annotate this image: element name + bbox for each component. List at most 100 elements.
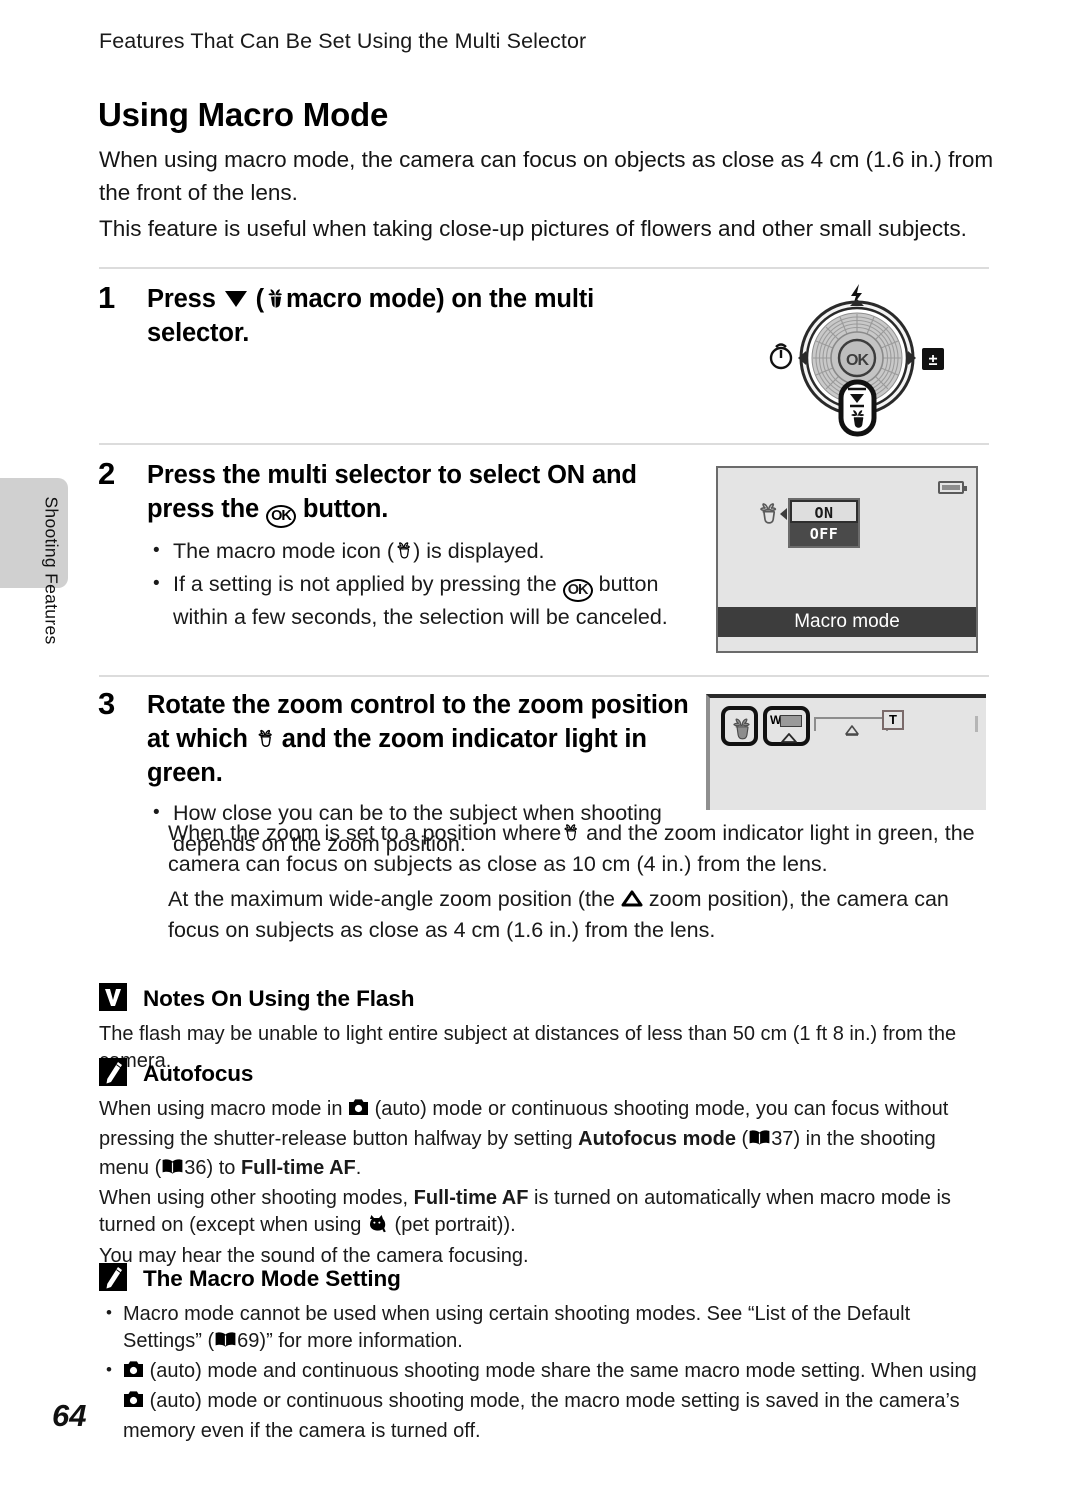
auto-mode-camera-icon bbox=[123, 1361, 144, 1385]
note-autofocus-body: When using macro mode in (auto) mode or … bbox=[99, 1096, 989, 1270]
step-3-extra-2-a: At the maximum wide-angle zoom position … bbox=[168, 887, 615, 911]
self-timer-icon bbox=[769, 343, 793, 370]
macro-setting-bullet-2: (auto) mode and continuous shooting mode… bbox=[99, 1356, 989, 1445]
af-p1-ref2: 36 bbox=[184, 1157, 207, 1179]
step-2-option-on: ON bbox=[547, 461, 586, 489]
zoom-indicator-diagram: W T bbox=[706, 694, 986, 810]
note-autofocus: Autofocus When using macro mode in (auto… bbox=[99, 1058, 989, 1271]
pencil-note-icon bbox=[99, 1263, 127, 1291]
step-3-extra-1: When the zoom is set to a position where… bbox=[168, 818, 998, 880]
pet-portrait-icon bbox=[367, 1215, 389, 1239]
af-p2-a: When using other shooting modes, bbox=[99, 1187, 409, 1209]
note-macro-setting-title: The Macro Mode Setting bbox=[143, 1266, 401, 1291]
selection-pointer-icon bbox=[780, 508, 787, 520]
step-3-extra-2: At the maximum wide-angle zoom position … bbox=[168, 884, 998, 946]
step-3-heading: Rotate the zoom control to the zoom posi… bbox=[147, 688, 708, 790]
exposure-compensation-icon: ± bbox=[922, 348, 944, 370]
macro-mode-icon bbox=[255, 724, 275, 747]
ms-b2-a: (auto) mode and continuous shooting mode… bbox=[149, 1360, 977, 1382]
auto-mode-camera-icon bbox=[123, 1391, 144, 1415]
down-triangle-icon bbox=[224, 291, 247, 307]
wide-zoom-indicator: W bbox=[763, 706, 810, 746]
multi-selector-diagram: ± OK bbox=[762, 278, 952, 438]
tele-label: T bbox=[882, 710, 904, 730]
note-macro-setting-body: Macro mode cannot be used when using cer… bbox=[99, 1299, 989, 1445]
af-p1-ref1: 37 bbox=[771, 1128, 794, 1150]
note-flash-heading: Notes On Using the Flash bbox=[99, 983, 989, 1012]
intro-paragraph-1: When using macro mode, the camera can fo… bbox=[99, 147, 994, 205]
step-2-text-c: button. bbox=[302, 495, 389, 523]
step-3-extra-text: When the zoom is set to a position where… bbox=[168, 818, 998, 950]
macro-mode-menu: ON OFF bbox=[788, 498, 860, 548]
page-reference-icon bbox=[748, 1130, 771, 1152]
screen-caption: Macro mode bbox=[718, 607, 976, 637]
af-p1-bold2: Full-time AF bbox=[240, 1157, 356, 1179]
af-p1-bold1: Autofocus mode bbox=[578, 1128, 736, 1150]
note-autofocus-title: Autofocus bbox=[143, 1061, 254, 1086]
page-reference-icon bbox=[214, 1332, 237, 1354]
step-3-extra-1-a: When the zoom is set to a position where bbox=[168, 821, 562, 845]
step-2-bullet-1-a: The macro mode icon ( bbox=[173, 539, 395, 563]
macro-mode-icon bbox=[756, 501, 780, 525]
macro-mode-icon bbox=[264, 284, 286, 308]
caution-icon bbox=[99, 983, 127, 1011]
step-2-number: 2 bbox=[98, 456, 116, 491]
macro-mode-icon bbox=[561, 820, 580, 841]
step-2-text-a: Press the multi selector to select bbox=[147, 461, 541, 489]
ms-b1-ref: 69 bbox=[237, 1330, 260, 1352]
note-autofocus-p1: When using macro mode in (auto) mode or … bbox=[99, 1096, 989, 1184]
divider-2 bbox=[99, 443, 989, 445]
svg-text:±: ± bbox=[929, 352, 938, 369]
wide-angle-zoom-icon bbox=[781, 730, 797, 743]
note-autofocus-heading: Autofocus bbox=[99, 1058, 989, 1087]
wide-angle-zoom-icon bbox=[621, 886, 643, 907]
ok-button-icon: OK bbox=[562, 579, 593, 602]
battery-icon bbox=[938, 481, 967, 494]
manual-page: Shooting Features Features That Can Be S… bbox=[0, 0, 1080, 1486]
macro-setting-bullet-1: Macro mode cannot be used when using cer… bbox=[99, 1299, 989, 1357]
menu-option-off[interactable]: OFF bbox=[790, 523, 858, 546]
note-autofocus-p2: When using other shooting modes, Full-ti… bbox=[99, 1185, 989, 1242]
step-1-heading: Press (macro mode) on the multi selector… bbox=[147, 282, 698, 350]
step-3-number: 3 bbox=[98, 686, 116, 721]
ms-b1-b: )” for more information. bbox=[259, 1330, 463, 1352]
intro-text: When using macro mode, the camera can fo… bbox=[99, 143, 999, 248]
pencil-note-icon bbox=[99, 1058, 127, 1086]
step-2-bullet-2-a: If a setting is not applied by pressing … bbox=[173, 572, 557, 596]
note-macro-setting: The Macro Mode Setting Macro mode cannot… bbox=[99, 1263, 989, 1446]
step-1-number: 1 bbox=[98, 280, 116, 315]
chapter-tab-label: Shooting Features bbox=[41, 496, 62, 645]
zoom-level-bar bbox=[780, 715, 802, 727]
divider-1 bbox=[99, 267, 989, 269]
zoom-position-marker bbox=[844, 723, 860, 736]
step-2-bullet-1-b: ) is displayed. bbox=[413, 539, 545, 563]
page-reference-icon bbox=[161, 1159, 184, 1181]
macro-mode-icon bbox=[721, 706, 758, 746]
note-macro-setting-heading: The Macro Mode Setting bbox=[99, 1263, 989, 1292]
step-1-paren: ( bbox=[255, 285, 265, 313]
ok-button-label: OK bbox=[846, 352, 869, 369]
intro-paragraph-2: This feature is useful when taking close… bbox=[99, 216, 967, 241]
step-2-bullets: The macro mode icon ( ) is displayed. If … bbox=[147, 535, 698, 633]
step-2-bullet-1: The macro mode icon ( ) is displayed. bbox=[147, 535, 698, 567]
screen-edge-tick bbox=[975, 716, 978, 732]
macro-mode-icon bbox=[394, 538, 413, 559]
af-p2-bold: Full-time AF bbox=[413, 1187, 529, 1209]
step-2-heading: Press the multi selector to select ON an… bbox=[147, 458, 698, 528]
ok-button-icon: OK bbox=[265, 505, 296, 528]
ms-b2-b: (auto) mode or continuous shooting mode,… bbox=[123, 1390, 960, 1442]
camera-screen-macro-menu: ON OFF Macro mode bbox=[716, 466, 978, 653]
running-head: Features That Can Be Set Using the Multi… bbox=[99, 29, 587, 53]
af-p2-c: (pet portrait)). bbox=[394, 1214, 516, 1236]
menu-option-on[interactable]: ON bbox=[790, 500, 858, 523]
divider-3 bbox=[99, 675, 989, 677]
step-2-bullet-2: If a setting is not applied by pressing … bbox=[147, 568, 698, 633]
note-flash-title: Notes On Using the Flash bbox=[143, 986, 415, 1011]
auto-mode-camera-icon bbox=[348, 1099, 369, 1123]
step-1-text-a: Press bbox=[147, 285, 216, 313]
af-p1-a: When using macro mode in bbox=[99, 1098, 343, 1120]
af-p1-e: ) to bbox=[206, 1157, 236, 1179]
page-title: Using Macro Mode bbox=[98, 96, 389, 133]
af-p1-f: . bbox=[355, 1157, 362, 1179]
page-number: 64 bbox=[52, 1398, 87, 1433]
